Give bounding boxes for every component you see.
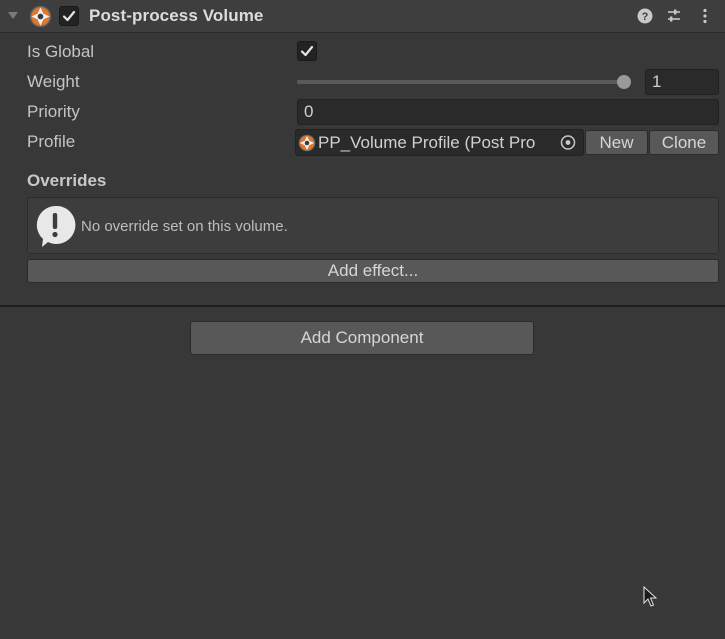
profile-object-field[interactable]: PP_Volume Profile (Post Pro (295, 129, 584, 156)
no-override-help-box: No override set on this volume. (27, 197, 719, 254)
info-speech-bubble-icon (36, 205, 76, 247)
checkmark-icon (62, 10, 76, 22)
checkmark-icon (300, 45, 314, 57)
component-header[interactable]: Post-process Volume ? (0, 0, 725, 33)
is-global-label: Is Global (27, 42, 95, 61)
add-component-button[interactable]: Add Component (190, 321, 534, 355)
weight-slider-track[interactable] (297, 80, 631, 84)
weight-value-field[interactable]: 1 (645, 69, 719, 95)
mouse-cursor-icon (643, 586, 657, 607)
component-title: Post-process Volume (89, 6, 264, 25)
new-profile-button[interactable]: New (585, 130, 648, 155)
preset-sliders-icon[interactable] (665, 7, 683, 25)
component-divider (0, 305, 725, 307)
weight-label: Weight (27, 72, 80, 91)
object-picker-icon (560, 135, 576, 150)
add-effect-button[interactable]: Add effect... (27, 259, 719, 283)
volume-profile-icon (298, 134, 316, 152)
foldout-arrow-icon[interactable] (8, 12, 18, 19)
svg-text:?: ? (642, 11, 649, 23)
help-message: No override set on this volume. (81, 218, 288, 235)
component-enabled-checkbox[interactable] (59, 6, 79, 26)
weight-slider-thumb[interactable] (617, 75, 631, 89)
profile-object-name: PP_Volume Profile (Post Pro (318, 133, 536, 152)
object-picker-button[interactable] (553, 130, 583, 155)
help-icon[interactable]: ? (636, 7, 654, 25)
priority-label: Priority (27, 102, 80, 121)
post-process-volume-icon (29, 5, 52, 28)
clone-profile-button[interactable]: Clone (649, 130, 719, 155)
is-global-checkbox[interactable] (297, 41, 317, 61)
overrides-heading: Overrides (27, 171, 107, 190)
profile-label: Profile (27, 132, 76, 151)
more-options-icon[interactable] (696, 7, 714, 25)
priority-value-field[interactable]: 0 (297, 99, 719, 125)
